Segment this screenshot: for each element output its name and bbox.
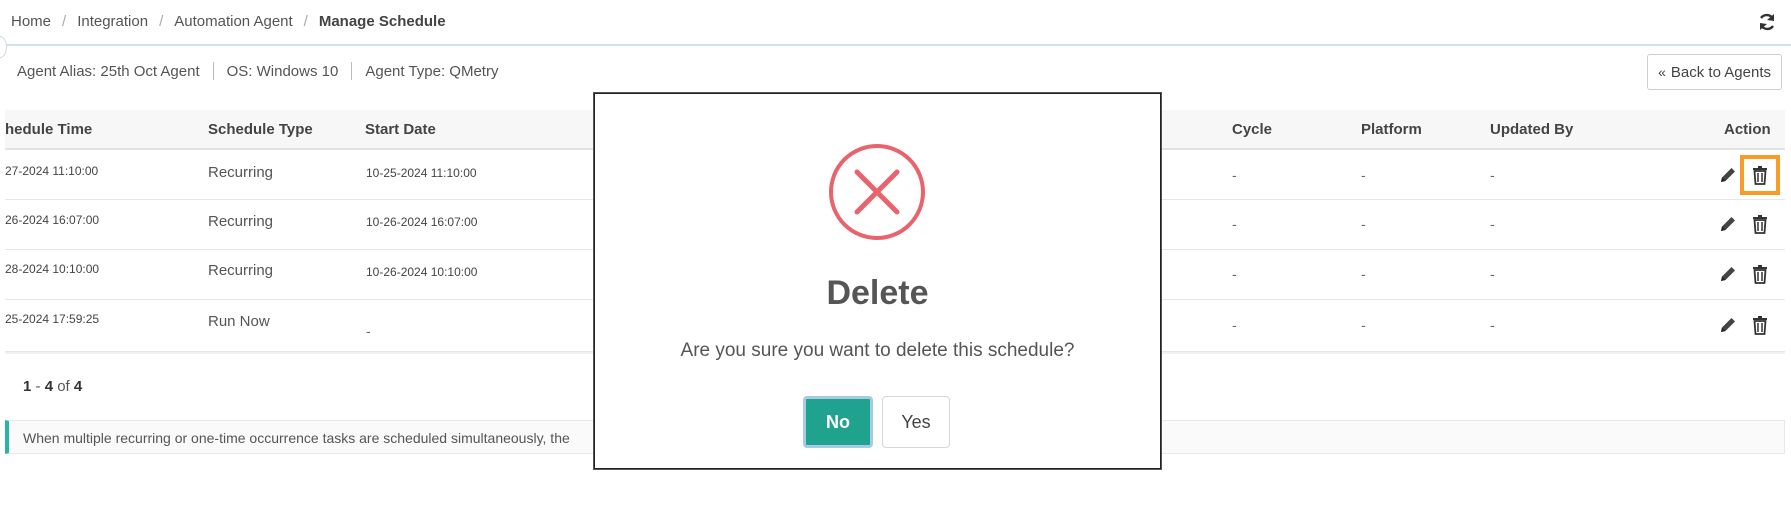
back-to-agents-button[interactable]: « Back to Agents xyxy=(1647,54,1782,90)
breadcrumb: Home / Integration / Automation Agent / … xyxy=(11,13,446,30)
breadcrumb-integration[interactable]: Integration xyxy=(77,13,148,30)
cell-start-date: 10-26-2024 16:07:00 xyxy=(366,215,478,229)
cell-schedule-time: 28-2024 10:10:00 xyxy=(5,262,100,276)
cell-cycle: - xyxy=(1232,216,1237,232)
column-header-platform[interactable]: Platform xyxy=(1361,121,1422,138)
header-bar: Home / Integration / Automation Agent / … xyxy=(0,0,1791,46)
column-header-cycle[interactable]: Cycle xyxy=(1232,121,1272,138)
cell-updated-by: - xyxy=(1490,167,1495,183)
cell-cycle: - xyxy=(1232,317,1237,333)
agent-os: OS: Windows 10 xyxy=(226,62,339,80)
dialog-title: Delete xyxy=(826,274,929,312)
pagination-dash: - xyxy=(35,378,41,395)
cell-platform: - xyxy=(1361,167,1366,183)
agent-type: Agent Type: QMetry xyxy=(365,62,499,80)
agent-alias: Agent Alias: 25th Oct Agent xyxy=(17,62,200,80)
cell-cycle: - xyxy=(1232,266,1237,282)
back-to-agents-label: Back to Agents xyxy=(1670,63,1771,81)
cell-platform: - xyxy=(1361,266,1366,282)
edit-pencil-icon[interactable] xyxy=(1718,264,1738,284)
double-chevron-left-icon: « xyxy=(1658,64,1666,80)
cell-start-date: 10-26-2024 10:10:00 xyxy=(366,265,478,279)
no-button[interactable]: No xyxy=(803,396,873,448)
trash-icon[interactable] xyxy=(1750,214,1770,234)
column-header-start-date[interactable]: Start Date xyxy=(365,121,436,138)
delete-confirm-dialog: Delete Are you sure you want to delete t… xyxy=(594,93,1161,469)
divider xyxy=(351,62,353,80)
column-header-action: Action xyxy=(1724,121,1771,138)
trash-icon[interactable] xyxy=(1750,165,1770,185)
agent-info: Agent Alias: 25th Oct Agent OS: Windows … xyxy=(17,62,498,80)
cell-schedule-type: Recurring xyxy=(208,262,274,279)
cell-start-date: - xyxy=(366,323,371,339)
pagination-of: of xyxy=(57,378,70,395)
cell-schedule-time: 25-2024 17:59:25 xyxy=(5,312,100,326)
x-circle-icon xyxy=(829,144,925,240)
breadcrumb-separator: / xyxy=(159,13,164,30)
cell-cycle: - xyxy=(1232,167,1237,183)
cell-schedule-type: Run Now xyxy=(208,313,270,330)
divider xyxy=(212,62,214,80)
breadcrumb-separator: / xyxy=(62,13,67,30)
column-header-schedule-type[interactable]: Schedule Type xyxy=(208,121,313,138)
breadcrumb-current: Manage Schedule xyxy=(318,13,446,30)
refresh-icon[interactable] xyxy=(1757,12,1777,32)
pagination-summary: 1 - 4 of 4 xyxy=(23,378,82,395)
edit-pencil-icon[interactable] xyxy=(1718,315,1738,335)
trash-icon[interactable] xyxy=(1750,315,1770,335)
yes-button[interactable]: Yes xyxy=(882,396,950,448)
cell-schedule-time: 26-2024 16:07:00 xyxy=(5,213,100,227)
cell-updated-by: - xyxy=(1490,317,1495,333)
column-header-updated-by[interactable]: Updated By xyxy=(1490,121,1573,138)
cell-updated-by: - xyxy=(1490,266,1495,282)
pagination-total: 4 xyxy=(73,378,83,395)
cell-start-date: 10-25-2024 11:10:00 xyxy=(366,166,477,180)
cell-updated-by: - xyxy=(1490,216,1495,232)
breadcrumb-home[interactable]: Home xyxy=(11,13,51,30)
cell-platform: - xyxy=(1361,216,1366,232)
edit-pencil-icon[interactable] xyxy=(1718,214,1738,234)
column-header-schedule-time[interactable]: hedule Time xyxy=(5,121,92,138)
pagination-from: 1 xyxy=(23,378,32,395)
cell-platform: - xyxy=(1361,317,1366,333)
pagination-to: 4 xyxy=(44,378,54,395)
breadcrumb-automation-agent[interactable]: Automation Agent xyxy=(174,13,292,30)
cell-schedule-type: Recurring xyxy=(208,213,274,230)
trash-icon[interactable] xyxy=(1750,264,1770,284)
cell-schedule-type: Recurring xyxy=(208,164,274,181)
breadcrumb-separator: / xyxy=(303,13,308,30)
edit-pencil-icon[interactable] xyxy=(1718,165,1738,185)
cell-schedule-time: 27-2024 11:10:00 xyxy=(5,164,99,178)
dialog-message: Are you sure you want to delete this sch… xyxy=(680,340,1075,361)
